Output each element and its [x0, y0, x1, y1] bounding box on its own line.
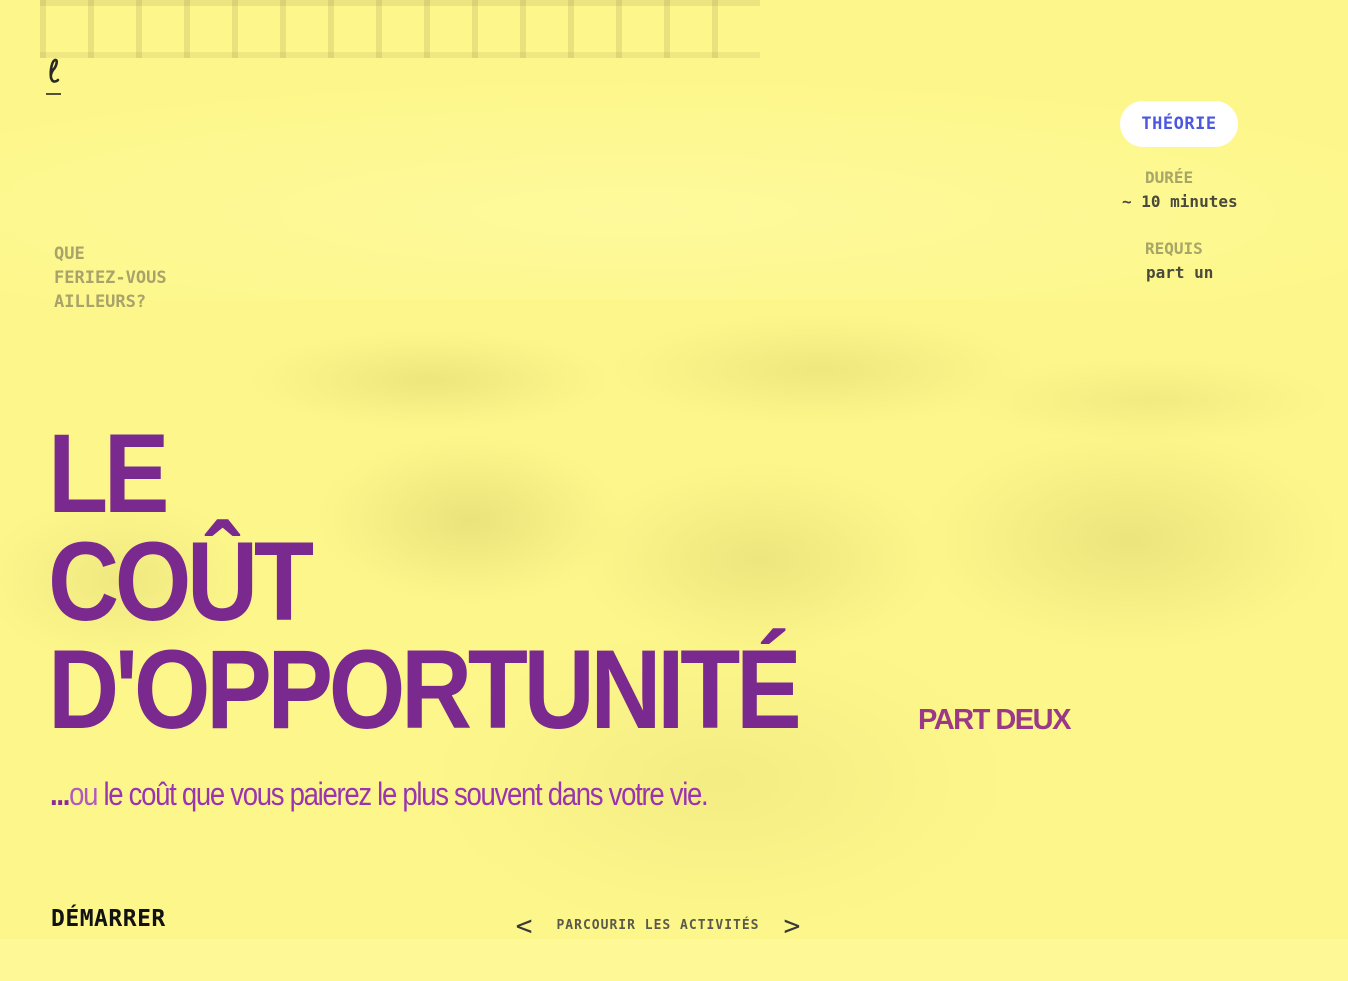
background-structure	[40, 0, 760, 58]
subtitle-ou: ou	[69, 776, 104, 812]
category-pill-theory[interactable]: THÉORIE	[1120, 101, 1238, 147]
title-line: D'OPPORTUNITÉ	[48, 627, 802, 752]
requirements-info: REQUIS part un	[1122, 237, 1213, 285]
requires-value: part un	[1146, 263, 1214, 282]
subtitle-text: le coût que vous paierez le plus souvent…	[103, 776, 708, 812]
script-l-logo-icon	[46, 58, 61, 95]
background-bottom-band	[0, 939, 1348, 981]
subtitle-ellipsis: ...	[50, 776, 70, 812]
kicker-line: FERIEZ-VOUS	[54, 268, 167, 288]
requires-label: REQUIS	[1145, 239, 1203, 258]
duration-info: DURÉE ~ 10 minutes	[1122, 166, 1238, 214]
page-title: LE COÛT D'OPPORTUNITÉ	[48, 411, 802, 752]
prev-arrow-icon[interactable]: <	[510, 909, 538, 942]
logo-link[interactable]	[46, 56, 64, 100]
title-line: LE	[48, 411, 170, 536]
kicker-line: AILLEURS?	[54, 292, 147, 312]
duration-value: ~ 10 minutes	[1122, 192, 1238, 211]
browse-activities-link[interactable]: PARCOURIR LES ACTIVITÉS	[556, 918, 759, 933]
start-button[interactable]: DÉMARRER	[51, 906, 166, 932]
next-arrow-icon[interactable]: >	[778, 909, 806, 942]
kicker-line: QUE	[54, 244, 85, 264]
browse-activities: < PARCOURIR LES ACTIVITÉS >	[510, 906, 806, 944]
duration-label: DURÉE	[1145, 168, 1194, 187]
title-line: COÛT	[48, 519, 314, 644]
part-label: PART DEUX	[918, 704, 1071, 736]
hero-subtitle: ...ou le coût que vous paierez le plus s…	[50, 776, 709, 813]
hero-kicker: QUE FERIEZ-VOUS AILLEURS?	[54, 242, 234, 314]
